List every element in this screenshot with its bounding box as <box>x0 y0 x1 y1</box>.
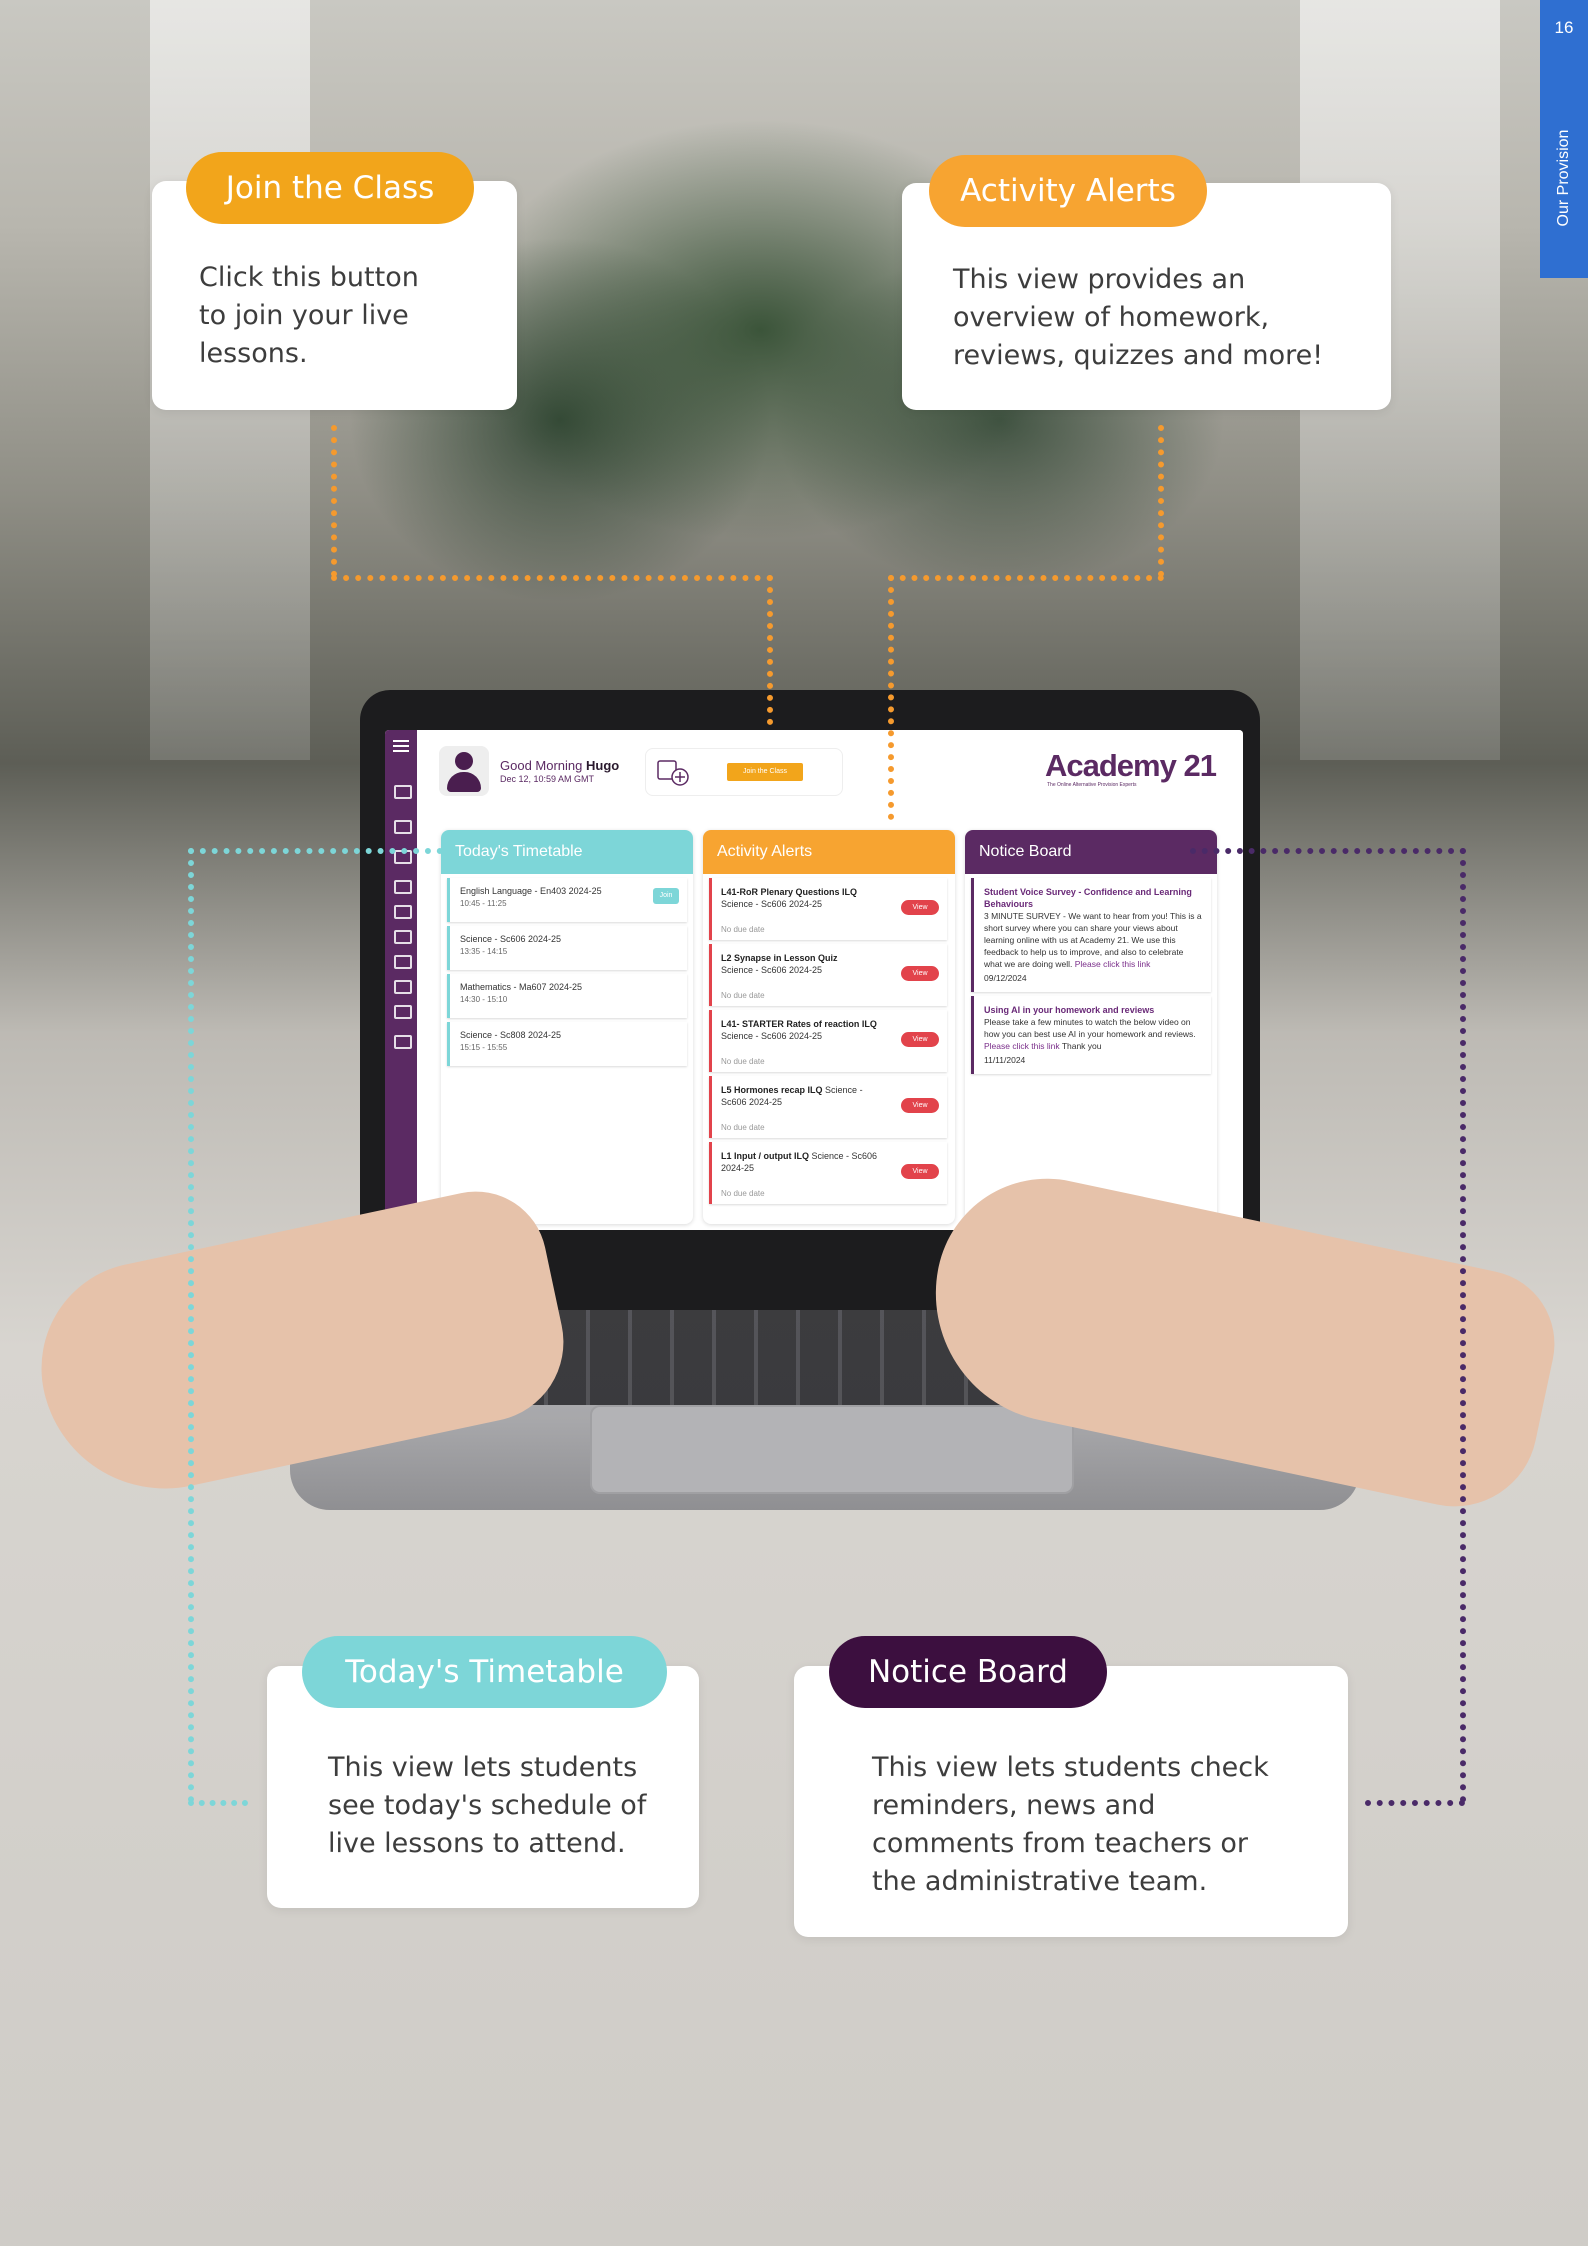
due-date: No due date <box>721 991 765 1000</box>
datetime: Dec 12, 10:59 AM GMT <box>500 774 595 784</box>
connector-notice <box>1460 848 1466 1803</box>
lock-icon[interactable] <box>394 880 412 894</box>
lesson-name: Mathematics - Ma607 2024-25 <box>460 982 583 992</box>
academy-logo: Academy 21 <box>1045 748 1217 783</box>
notice-item: Using AI in your homework and reviews Pl… <box>971 996 1211 1074</box>
connector-alerts <box>1158 425 1164 577</box>
callout-label: Notice Board <box>829 1636 1107 1708</box>
profile-icon[interactable] <box>394 820 412 834</box>
connector-notice <box>1190 848 1466 854</box>
dashboard-screen: Good Morning Hugo Dec 12, 10:59 AM GMT J… <box>385 730 1243 1230</box>
grid-icon[interactable] <box>394 905 412 919</box>
timetable-title: Today's Timetable <box>441 830 693 874</box>
section-label: Our Provision <box>1555 129 1572 227</box>
alerts-panel: Activity Alerts L41-RoR Plenary Question… <box>703 830 955 1224</box>
callout-text: This view provides an overview of homewo… <box>953 264 1324 371</box>
notice-link[interactable]: Please click this link <box>1075 959 1151 969</box>
connector-timetable <box>188 848 194 1803</box>
due-date: No due date <box>721 1123 765 1132</box>
trackpad <box>590 1405 1074 1494</box>
connector-timetable <box>188 848 443 854</box>
add-class-icon <box>657 760 689 786</box>
lesson-time: 14:30 - 15:10 <box>460 995 508 1004</box>
home-icon[interactable] <box>394 785 412 799</box>
alert-item: L2 Synapse in Lesson Quiz Science - Sc606… <box>709 944 947 1006</box>
lesson-time: 15:15 - 15:55 <box>460 1043 508 1052</box>
timetable-item: Science - Sc808 2024-25 15:15 - 15:55 <box>447 1022 687 1066</box>
due-date: No due date <box>721 1189 765 1198</box>
callout-label: Activity Alerts <box>929 155 1207 227</box>
timetable-item: English Language - En403 2024-25 10:45 -… <box>447 878 687 922</box>
lesson-name: Science - Sc808 2024-25 <box>460 1030 562 1040</box>
connector-join <box>331 425 337 577</box>
timetable-panel: Today's Timetable English Language - En4… <box>441 830 693 1224</box>
section-tab: 16 Our Provision <box>1540 0 1588 278</box>
join-class-button[interactable]: Join the Class <box>727 763 803 781</box>
nav-rail <box>385 730 417 1230</box>
alert-item: L5 Hormones recap ILQ Science - Sc606 20… <box>709 1076 947 1138</box>
connector-alerts <box>888 575 1164 581</box>
notice-title: Notice Board <box>965 830 1217 874</box>
mail-icon[interactable] <box>394 980 412 994</box>
timetable-item: Mathematics - Ma607 2024-25 14:30 - 15:1… <box>447 974 687 1018</box>
lesson-name: English Language - En403 2024-25 <box>460 886 602 896</box>
lesson-name: Science - Sc606 2024-25 <box>460 934 562 944</box>
user-icon[interactable] <box>394 1035 412 1049</box>
view-button[interactable]: View <box>901 966 939 981</box>
lesson-time: 10:45 - 11:25 <box>460 899 507 908</box>
calendar-icon[interactable] <box>394 930 412 944</box>
notice-item: Student Voice Survey - Confidence and Le… <box>971 878 1211 992</box>
view-button[interactable]: View <box>901 1164 939 1179</box>
alert-item: L41-RoR Plenary Questions ILQ Science - S… <box>709 878 947 940</box>
alert-item: L41- STARTER Rates of reaction ILQ Scien… <box>709 1010 947 1072</box>
view-button[interactable]: View <box>901 1032 939 1047</box>
lesson-time: 13:35 - 14:15 <box>460 947 508 956</box>
view-button[interactable]: View <box>901 1098 939 1113</box>
connector-timetable <box>188 1800 248 1806</box>
connector-alerts <box>888 575 894 820</box>
timetable-item: Science - Sc606 2024-25 13:35 - 14:15 <box>447 926 687 970</box>
callout-label: Today's Timetable <box>302 1636 667 1708</box>
logo-tagline: The Online Alternative Provision Experts <box>1047 782 1137 788</box>
callout-text: Click this button to join your live less… <box>199 262 419 369</box>
alert-item: L1 Input / output ILQ Science - Sc606 20… <box>709 1142 947 1204</box>
menu-icon[interactable] <box>393 740 409 742</box>
view-button[interactable]: View <box>901 900 939 915</box>
join-lesson-button[interactable]: Join <box>653 888 679 904</box>
chart-icon[interactable] <box>394 955 412 969</box>
notice-panel: Notice Board Student Voice Survey - Conf… <box>965 830 1217 1224</box>
callout-text: This view lets students see today's sche… <box>328 1752 647 1859</box>
page-number: 16 <box>1554 18 1574 37</box>
greeting: Good Morning Hugo <box>500 758 620 773</box>
connector-join <box>767 575 773 725</box>
settings-icon[interactable] <box>394 1005 412 1019</box>
due-date: No due date <box>721 925 765 934</box>
callout-label: Join the Class <box>186 152 474 224</box>
avatar <box>439 746 489 796</box>
alerts-title: Activity Alerts <box>703 830 955 874</box>
connector-join <box>331 575 773 581</box>
callout-text: This view lets students check reminders,… <box>872 1752 1269 1897</box>
notice-link[interactable]: Please click this link <box>984 1041 1060 1051</box>
connector-notice <box>1365 1800 1465 1806</box>
due-date: No due date <box>721 1057 765 1066</box>
